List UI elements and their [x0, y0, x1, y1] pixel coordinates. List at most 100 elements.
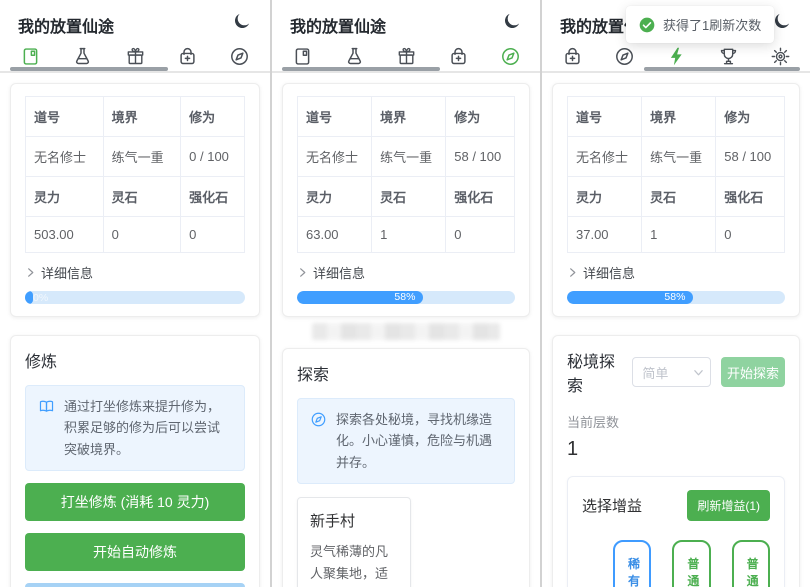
- tab-explore[interactable]: [484, 42, 536, 71]
- stat-header: 道号: [568, 97, 642, 137]
- stats-table: 道号 境界 修为 无名修士 练气一重 58 / 100 灵力 灵石 强化石: [297, 96, 515, 253]
- stat-header: 修为: [716, 97, 785, 137]
- stat-header: 强化石: [716, 177, 785, 217]
- location-card: 新手村 灵气稀薄的凡人聚集地，适合初入修仙之道的修士。 消耗灵力: 50 最低境…: [297, 497, 411, 587]
- stat-header: 修为: [446, 97, 515, 137]
- meditate-button[interactable]: 打坐修炼 (消耗 10 灵力): [25, 483, 245, 521]
- difficulty-value: 简单: [642, 363, 668, 382]
- details-expander[interactable]: 详细信息: [567, 263, 785, 282]
- compass-icon: [500, 46, 521, 67]
- tab-inventory[interactable]: [161, 42, 213, 71]
- refresh-buffs-button[interactable]: 刷新增益(1): [687, 490, 770, 521]
- stat-header: 强化石: [181, 177, 245, 217]
- tip-text: 探索各处秘境，寻找机缘造化。小心谨慎，危险与机遇并存。: [336, 409, 502, 473]
- start-explore-button[interactable]: 开始探索: [721, 357, 785, 387]
- buff-rarity-badge: 普通: [747, 555, 755, 587]
- tab-inventory[interactable]: [432, 42, 484, 71]
- dark-mode-moon-icon[interactable]: [232, 11, 252, 31]
- tab-bar: [272, 42, 540, 73]
- character-stats-card: 道号 境界 修为 无名修士 练气一重 58 / 100 灵力 灵石 强化石: [552, 83, 800, 317]
- details-expander[interactable]: 详细信息: [297, 263, 515, 282]
- buff-card[interactable]: 普通 血增加 增加10%: [732, 540, 770, 587]
- progress-label: 58%: [664, 292, 685, 303]
- tab-scroll-indicator[interactable]: [10, 67, 168, 71]
- section-title: 秘境探索: [567, 348, 622, 396]
- dark-mode-moon-icon[interactable]: [502, 11, 522, 31]
- stat-value: 0: [103, 217, 181, 253]
- panel-secret-realm: 获得了1刷新次数 我的放置仙途 道号 境界 修为: [540, 0, 810, 587]
- cultivation-progress-bar: 0%: [25, 291, 245, 304]
- explore-card: 探索 探索各处秘境，寻找机缘造化。小心谨慎，危险与机遇并存。 新手村 灵气稀薄的…: [282, 348, 530, 587]
- stat-value: 练气一重: [372, 137, 446, 177]
- progress-label: 0%: [33, 293, 48, 304]
- stat-value: 无名修士: [298, 137, 372, 177]
- bag-plus-icon: [448, 46, 469, 67]
- stat-value: 1: [372, 217, 446, 253]
- toast-text: 获得了1刷新次数: [663, 15, 761, 34]
- chevron-right-icon: [25, 267, 36, 278]
- trophy-icon: [718, 46, 739, 67]
- panel-body: 道号 境界 修为 无名修士 练气一重 58 / 100 灵力 灵石 强化石: [542, 73, 810, 587]
- flask-icon: [344, 46, 365, 67]
- buff-card[interactable]: 普通 身 提升15%闪避率: [672, 540, 710, 587]
- tab-explore[interactable]: [214, 42, 266, 71]
- stat-header: 境界: [103, 97, 181, 137]
- chevron-right-icon: [297, 267, 308, 278]
- stat-header: 道号: [298, 97, 372, 137]
- tab-scroll-indicator[interactable]: [644, 67, 800, 71]
- chevron-down-icon: [693, 367, 704, 378]
- progress-fill: [25, 291, 33, 304]
- progress-fill: 58%: [567, 291, 693, 304]
- realm-header: 秘境探索 简单 开始探索: [567, 348, 785, 396]
- buff-row: 稀有 击精通 连击率提升 普通 身 提升15%闪避率 普通 血增加 增加: [582, 540, 770, 587]
- floor-label: 当前层数: [567, 412, 785, 431]
- secret-realm-card: 秘境探索 简单 开始探索 当前层数 1 选择增益 刷新增益(1): [552, 335, 800, 587]
- stat-header: 强化石: [446, 177, 515, 217]
- character-stats-card: 道号 境界 修为 无名修士 练气一重 58 / 100 灵力 灵石 强化石: [282, 83, 530, 317]
- stat-header: 道号: [26, 97, 104, 137]
- stat-value: 63.00: [298, 217, 372, 253]
- gift-icon: [125, 46, 146, 67]
- buff-card[interactable]: 稀有 击精通 连击率提升: [613, 540, 651, 587]
- compass-icon: [229, 46, 250, 67]
- panel-body: 道号 境界 修为 无名修士 练气一重 0 / 100 灵力 灵石 强化石: [0, 73, 270, 587]
- bag-plus-icon: [562, 46, 583, 67]
- tab-inventory[interactable]: [546, 42, 598, 71]
- difficulty-select[interactable]: 简单: [632, 357, 711, 387]
- check-circle-icon: [639, 17, 655, 33]
- stats-table: 道号 境界 修为 无名修士 练气一重 58 / 100 灵力 灵石 强化石: [567, 96, 785, 253]
- stat-value: 无名修士: [26, 137, 104, 177]
- cultivation-tip: 通过打坐修炼来提升修为，积累足够的修为后可以尝试突破境界。: [25, 385, 245, 471]
- blurred-watermark: [312, 323, 500, 340]
- buffs-header: 选择增益 刷新增益(1): [582, 490, 770, 521]
- breakthrough-button[interactable]: 一键突破: [25, 583, 245, 587]
- buff-selection-card: 选择增益 刷新增益(1) 稀有 击精通 连击率提升 普通 身 提升15%闪避率: [567, 476, 785, 587]
- tab-bar: [0, 42, 270, 73]
- location-description: 灵气稀薄的凡人聚集地，适合初入修仙之道的修士。: [310, 541, 398, 587]
- details-label: 详细信息: [41, 263, 93, 282]
- tab-explore[interactable]: [598, 42, 650, 71]
- stat-header: 境界: [642, 97, 716, 137]
- auto-cultivate-button[interactable]: 开始自动修炼: [25, 533, 245, 571]
- dark-mode-moon-icon[interactable]: [772, 11, 792, 31]
- cultivation-card: 修炼 通过打坐修炼来提升修为，积累足够的修为后可以尝试突破境界。 打坐修炼 (消…: [10, 335, 260, 587]
- toast-notification: 获得了1刷新次数: [626, 6, 774, 43]
- stat-value: 无名修士: [568, 137, 642, 177]
- chevron-right-icon: [567, 267, 578, 278]
- section-title: 探索: [297, 361, 515, 385]
- compass-icon: [614, 46, 635, 67]
- tab-scroll-indicator[interactable]: [282, 67, 440, 71]
- floor-value: 1: [567, 438, 785, 461]
- details-label: 详细信息: [313, 263, 365, 282]
- gift-icon: [396, 46, 417, 67]
- stat-value: 练气一重: [103, 137, 181, 177]
- bag-plus-icon: [177, 46, 198, 67]
- flask-icon: [72, 46, 93, 67]
- details-expander[interactable]: 详细信息: [25, 263, 245, 282]
- app: 我的放置仙途 道号 境界 修为 无名修士 练: [0, 0, 810, 587]
- stat-value: 503.00: [26, 217, 104, 253]
- explore-tip: 探索各处秘境，寻找机缘造化。小心谨慎，危险与机遇并存。: [297, 398, 515, 484]
- cultivation-progress-bar: 58%: [567, 291, 785, 304]
- buff-rarity-badge: 稀有: [628, 555, 636, 587]
- character-stats-card: 道号 境界 修为 无名修士 练气一重 0 / 100 灵力 灵石 强化石: [10, 83, 260, 317]
